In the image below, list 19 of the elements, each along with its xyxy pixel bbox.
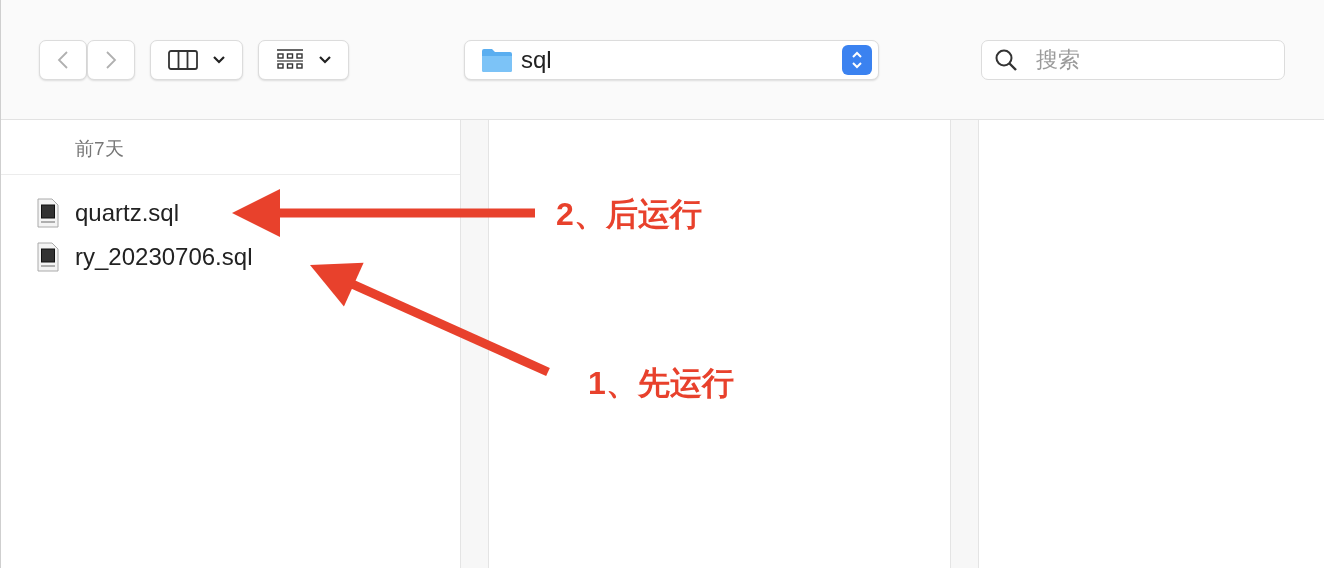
annotation-label: 1、先运行 [588,364,734,403]
file-name[interactable]: quartz.sql [75,199,180,227]
chevron-down-icon [211,54,226,65]
chevron-left-icon [57,49,69,70]
search-icon [994,47,1018,72]
chevron-down-icon [317,54,332,65]
sql-file-icon [37,242,59,272]
chevron-right-icon [105,49,117,70]
annotation-label: 2、后运行 [556,195,702,234]
path-popup[interactable]: sql [464,39,879,80]
grid-icon [275,48,304,71]
folder-icon [481,46,513,73]
group-button[interactable] [258,39,349,80]
sql-file-icon [37,198,59,228]
columns-icon [167,49,198,70]
search-field[interactable]: 搜索 [981,39,1285,80]
view-mode-button[interactable] [150,39,243,80]
file-name[interactable]: ry_20230706.sql [75,243,253,271]
stepper-icon [842,44,872,75]
